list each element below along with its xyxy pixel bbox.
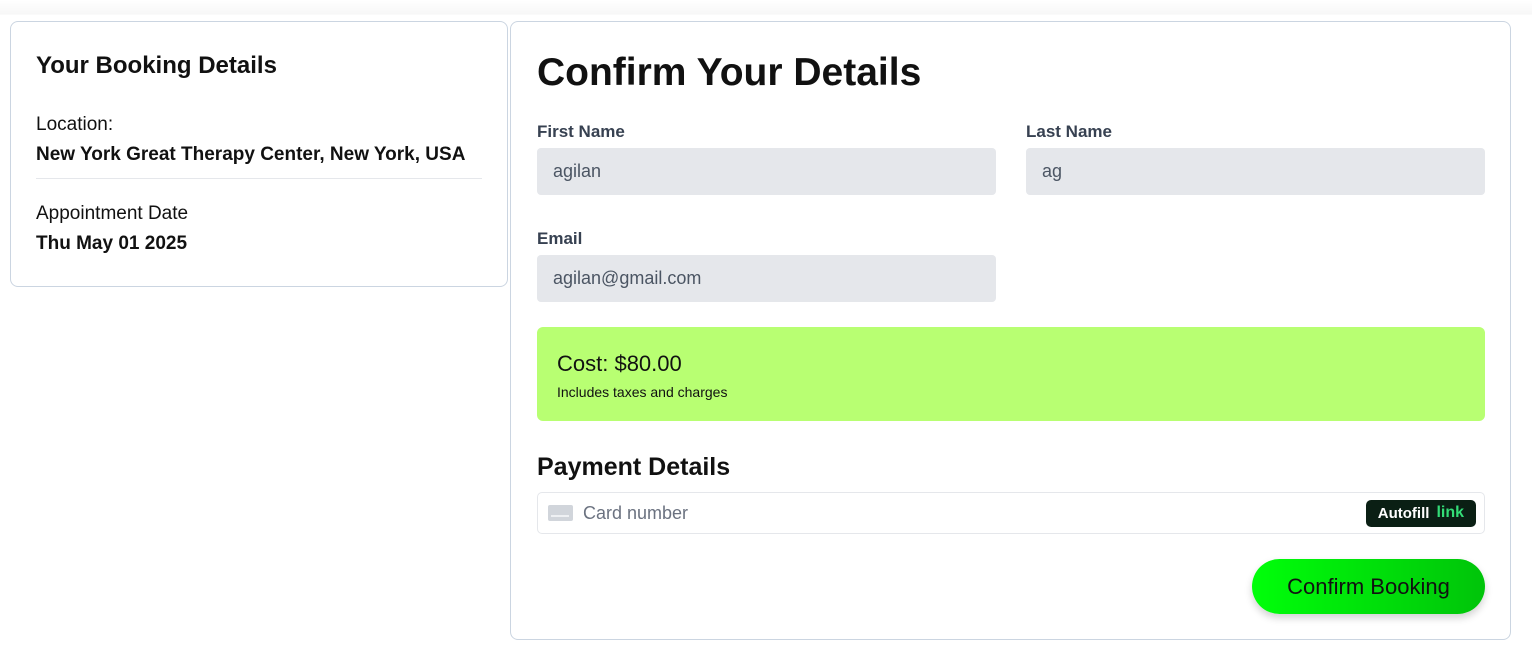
cost-summary-box: Cost: $80.00 Includes taxes and charges [537,327,1485,421]
cost-amount: Cost: $80.00 [557,351,682,376]
cost-note: Includes taxes and charges [557,384,728,400]
appointment-date-value: Thu May 01 2025 [36,233,188,254]
last-name-label: Last Name [1026,122,1112,141]
first-name-label: First Name [537,122,625,141]
credit-card-icon [548,505,573,521]
card-number-placeholder[interactable]: Card number [583,503,1366,523]
location-value: New York Great Therapy Center, New York,… [36,144,466,165]
appointment-date-label: Appointment Date [36,203,189,224]
booking-details-title: Your Booking Details [36,52,277,79]
last-name-field[interactable] [1026,148,1485,195]
card-number-field[interactable]: Card number Autofill link [537,492,1485,534]
location-label: Location: [36,114,114,135]
confirm-details-card: Confirm Your Details First Name Last Nam… [510,21,1511,640]
top-header-shadow [0,0,1532,15]
link-logo: link [1436,504,1464,521]
booking-details-card: Your Booking Details Location: New York … [10,21,508,287]
payment-details-title: Payment Details [537,453,731,481]
details-divider [36,178,482,179]
page-title: Confirm Your Details [537,51,922,94]
first-name-field[interactable] [537,148,996,195]
autofill-link-button[interactable]: Autofill link [1365,499,1476,527]
confirm-booking-button[interactable]: Confirm Booking [1252,559,1485,614]
autofill-label: Autofill [1377,504,1430,522]
email-label: Email [537,229,583,248]
email-field[interactable] [537,255,996,302]
